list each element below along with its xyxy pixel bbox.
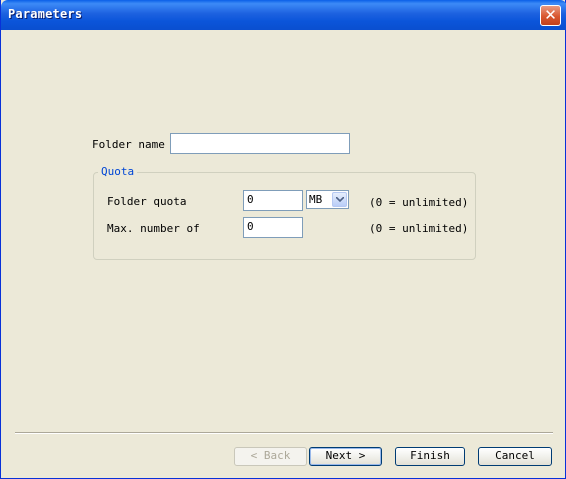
button-separator [15,432,553,434]
dialog-window: Parameters ✕ Folder name Quota Folder qu… [0,0,566,479]
close-button[interactable]: ✕ [540,5,561,26]
cancel-button[interactable]: Cancel [478,447,552,466]
back-button[interactable]: < Back [234,447,307,466]
folder-quota-label: Folder quota [107,195,187,208]
folder-quota-input[interactable]: 0 [243,190,303,211]
quota-groupbox [93,172,476,260]
folder-name-input[interactable] [170,133,350,154]
finish-button[interactable]: Finish [395,447,465,466]
folder-quota-note: (0 = unlimited) [369,196,469,209]
max-number-input[interactable]: 0 [243,217,303,238]
close-icon: ✕ [544,6,557,24]
folder-name-label: Folder name [92,138,165,151]
quota-unit-select[interactable]: MB [306,190,349,209]
chevron-down-icon[interactable] [332,192,347,207]
quota-unit-value: MB [309,193,323,206]
window-title: Parameters [8,7,83,21]
next-button[interactable]: Next > [309,447,382,466]
max-number-note: (0 = unlimited) [369,222,469,235]
max-number-label: Max. number of [107,222,200,235]
quota-group-title: Quota [98,165,138,178]
title-bar[interactable]: Parameters ✕ [1,0,566,30]
